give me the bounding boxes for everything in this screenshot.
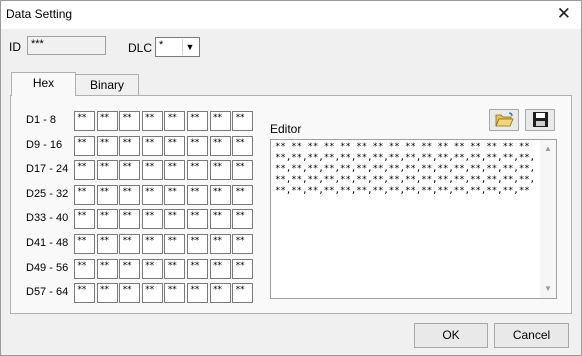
byte-cell[interactable]: ** [187, 234, 208, 254]
byte-cell[interactable]: ** [232, 135, 254, 156]
byte-cell[interactable]: ** [119, 234, 141, 254]
byte-cell[interactable]: ** [96, 283, 118, 304]
byte-cell[interactable]: ** [164, 283, 186, 304]
byte-cell[interactable]: ** [119, 184, 141, 205]
byte-cell[interactable]: ** [74, 258, 95, 279]
byte-cell[interactable]: ** [119, 258, 141, 279]
byte-cell[interactable]: ** [164, 111, 186, 131]
byte-cell[interactable]: ** [119, 283, 141, 304]
byte-cell[interactable]: ** [232, 160, 254, 181]
byte-cell[interactable]: ** [232, 283, 254, 304]
scroll-down-icon[interactable]: ▼ [540, 282, 556, 296]
byte-cell[interactable]: ** [96, 258, 118, 279]
byte-cell[interactable]: ** [96, 234, 118, 254]
byte-cell[interactable]: ** [209, 209, 231, 230]
byte-cell[interactable]: ** [141, 209, 163, 230]
editor-label: Editor [270, 122, 302, 136]
byte-cell[interactable]: ** [141, 258, 163, 279]
byte-cell[interactable]: ** [119, 209, 141, 230]
byte-cell[interactable]: ** [187, 258, 208, 279]
byte-cell[interactable]: ** [74, 283, 95, 304]
byte-cell[interactable]: ** [232, 209, 254, 230]
row-label: D41 - 48 [26, 237, 69, 249]
byte-cell[interactable]: ** [209, 184, 231, 205]
byte-cell[interactable]: ** [141, 111, 163, 131]
byte-cell[interactable]: ** [232, 111, 254, 131]
byte-cell[interactable]: ** [209, 283, 231, 304]
byte-cell[interactable]: ** [187, 135, 208, 156]
byte-cell[interactable]: ** [74, 135, 95, 156]
byte-cell[interactable]: ** [96, 111, 118, 131]
tab-hex[interactable]: Hex [11, 72, 76, 96]
row-label: D9 - 16 [26, 138, 63, 151]
byte-cell[interactable]: ** [74, 111, 95, 131]
row-label: D33 - 40 [26, 212, 69, 225]
chevron-down-icon: ▼ [182, 39, 197, 55]
byte-cell[interactable]: ** [74, 209, 95, 230]
editor-textarea[interactable]: ** ** ** ** ** ** ** ** ** ** ** ** ** *… [270, 139, 557, 299]
byte-cell[interactable]: ** [164, 160, 186, 181]
byte-cell[interactable]: ** [209, 111, 231, 131]
row-label: D57 - 64 [26, 286, 69, 299]
window-title: Data Setting [6, 7, 73, 21]
byte-cell[interactable]: ** [187, 209, 208, 230]
byte-cell[interactable]: ** [232, 234, 254, 254]
floppy-save-icon [533, 112, 548, 127]
folder-open-icon [495, 112, 514, 127]
byte-cell[interactable]: ** [209, 258, 231, 279]
tab-binary[interactable]: Binary [75, 74, 139, 96]
cancel-button[interactable]: Cancel [494, 323, 569, 348]
dlc-value: * [159, 39, 164, 51]
row-label: D1 - 8 [26, 114, 56, 126]
byte-cell[interactable]: ** [96, 135, 118, 156]
byte-cell[interactable]: ** [164, 184, 186, 205]
byte-cell[interactable]: ** [164, 135, 186, 156]
id-field[interactable]: *** [27, 36, 106, 55]
byte-cell[interactable]: ** [141, 184, 163, 205]
byte-cell[interactable]: ** [96, 209, 118, 230]
close-icon[interactable]: ✕ [557, 5, 571, 23]
id-label: ID [9, 40, 21, 54]
byte-cell[interactable]: ** [187, 160, 208, 181]
byte-cell[interactable]: ** [74, 160, 95, 181]
byte-cell[interactable]: ** [209, 234, 231, 254]
byte-cell[interactable]: ** [119, 160, 141, 181]
byte-cell[interactable]: ** [232, 184, 254, 205]
byte-cell[interactable]: ** [187, 111, 208, 131]
byte-cell[interactable]: ** [141, 234, 163, 254]
byte-cell[interactable]: ** [119, 135, 141, 156]
title-bar: Data Setting ✕ [1, 1, 581, 29]
save-button[interactable] [525, 109, 555, 131]
byte-cell[interactable]: ** [164, 234, 186, 254]
byte-cell[interactable]: ** [187, 283, 208, 304]
byte-cell[interactable]: ** [164, 209, 186, 230]
ok-button[interactable]: OK [414, 323, 488, 348]
byte-cell[interactable]: ** [74, 234, 95, 254]
scroll-up-icon[interactable]: ▲ [540, 142, 556, 156]
byte-cell[interactable]: ** [141, 160, 163, 181]
byte-cell[interactable]: ** [74, 184, 95, 205]
open-file-button[interactable] [489, 109, 519, 131]
byte-cell[interactable]: ** [232, 258, 254, 279]
byte-cell[interactable]: ** [209, 135, 231, 156]
row-label: D49 - 56 [26, 261, 69, 274]
editor-scrollbar[interactable]: ▲ ▼ [540, 140, 556, 298]
byte-cell[interactable]: ** [119, 111, 141, 131]
byte-cell[interactable]: ** [96, 184, 118, 205]
dlc-select[interactable]: * ▼ [155, 37, 200, 57]
byte-cell[interactable]: ** [209, 160, 231, 181]
data-setting-dialog: Data Setting ✕ ID *** DLC * ▼ Hex Binary… [0, 0, 582, 356]
editor-content: ** ** ** ** ** ** ** ** ** ** ** ** ** *… [275, 142, 536, 196]
byte-cell[interactable]: ** [141, 135, 163, 156]
byte-cell[interactable]: ** [96, 160, 118, 181]
byte-cell[interactable]: ** [164, 258, 186, 279]
byte-cell[interactable]: ** [187, 184, 208, 205]
row-label: D25 - 32 [26, 187, 69, 200]
row-label: D17 - 24 [26, 163, 69, 176]
byte-cell[interactable]: ** [141, 283, 163, 304]
dlc-label: DLC [128, 41, 153, 55]
